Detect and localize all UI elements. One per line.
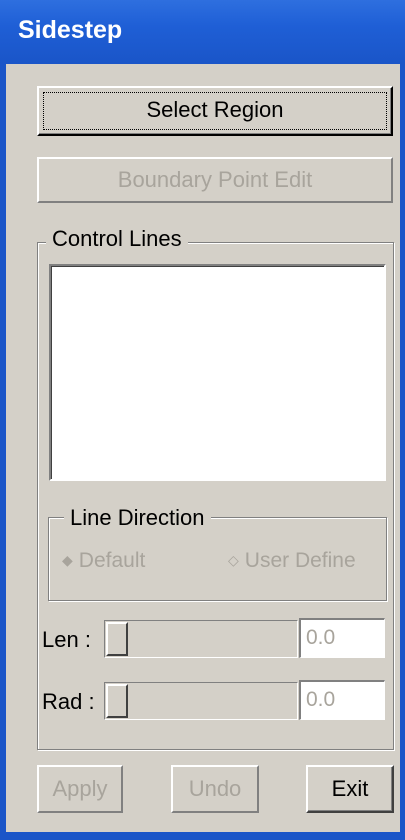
apply-label: Apply: [52, 776, 108, 801]
rad-label: Rad :: [42, 689, 95, 714]
exit-button[interactable]: Exit: [306, 765, 394, 813]
control-lines-list[interactable]: [49, 264, 386, 481]
window-title: Sidestep: [18, 16, 123, 44]
radio-unselected-icon: ◇: [228, 552, 239, 568]
radio-default[interactable]: ◆ Default: [62, 549, 145, 573]
window-border-left: [0, 64, 6, 840]
len-label: Len :: [42, 627, 91, 652]
radio-default-label: Default: [78, 549, 146, 572]
len-slider-thumb[interactable]: [106, 622, 128, 656]
radio-selected-icon: ◆: [62, 552, 73, 568]
rad-slider-thumb[interactable]: [106, 684, 128, 718]
undo-button[interactable]: Undo: [171, 765, 259, 813]
exit-label: Exit: [331, 776, 369, 801]
radio-user-define-label: User Define: [244, 549, 356, 572]
len-slider[interactable]: [104, 620, 298, 658]
control-lines-label: Control Lines: [46, 226, 188, 252]
focus-outline: [43, 92, 387, 130]
rad-field[interactable]: 0.0: [299, 680, 385, 720]
boundary-point-edit-button[interactable]: Boundary Point Edit: [37, 157, 393, 203]
rad-slider[interactable]: [104, 682, 298, 720]
len-field[interactable]: 0.0: [299, 618, 385, 658]
select-region-button[interactable]: Select Region: [37, 86, 393, 136]
radio-user-define[interactable]: ◇ User Define: [228, 549, 356, 573]
boundary-point-edit-label: Boundary Point Edit: [117, 167, 313, 192]
undo-label: Undo: [188, 776, 242, 801]
title-bar[interactable]: Sidestep: [0, 0, 405, 64]
window-border-right: [400, 64, 405, 840]
window-border-bottom: [0, 832, 405, 840]
apply-button[interactable]: Apply: [37, 765, 123, 813]
line-direction-label: Line Direction: [64, 505, 211, 531]
